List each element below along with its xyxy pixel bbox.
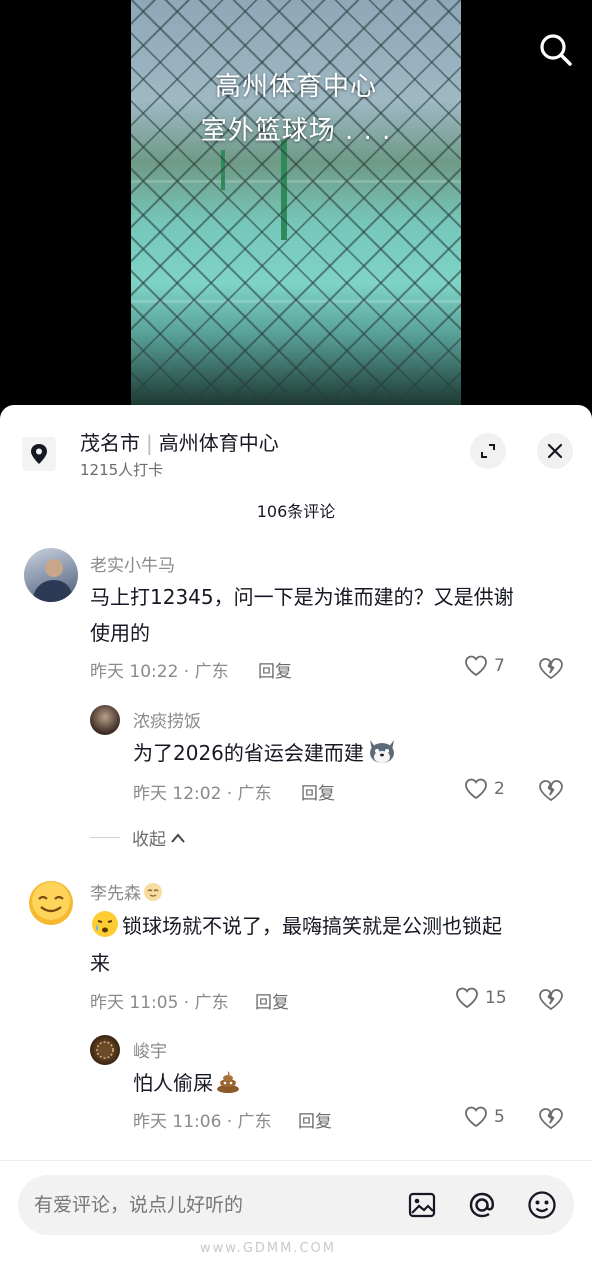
search-icon xyxy=(540,34,572,66)
location-place: 高州体育中心 xyxy=(158,431,279,455)
smiley-face-icon xyxy=(29,881,73,925)
heart-icon xyxy=(465,655,487,677)
image-icon xyxy=(408,1192,436,1218)
video-player[interactable]: 高州体育中心 室外篮球场 . . . xyxy=(131,0,461,405)
reply-button[interactable]: 回复 xyxy=(301,779,335,804)
location-city: 茂名市 xyxy=(80,431,140,455)
like-count: 15 xyxy=(485,988,507,1008)
relieved-emoji-icon xyxy=(144,883,162,901)
comment-username[interactable]: 李先森 xyxy=(90,879,163,904)
fence-overlay xyxy=(131,0,461,405)
comments-sheet: 茂名市 | 高州体育中心 1215人打卡 106条评论 老实小牛马 马上打12345… xyxy=(0,405,592,1280)
comment-text-line2: 来 xyxy=(90,951,110,975)
broken-heart-icon xyxy=(539,658,563,680)
location-title[interactable]: 茂名市 | 高州体育中心 xyxy=(80,427,279,456)
reply-meta: 昨天 12:02 · 广东 xyxy=(133,784,272,804)
comment-text-line1: 马上打12345，问一下是为谁而建的？又是供谢 xyxy=(90,585,514,609)
username-text: 李先森 xyxy=(90,884,141,904)
broken-heart-icon xyxy=(539,989,563,1011)
comment-meta: 昨天 11:05 · 广东 xyxy=(90,993,229,1013)
heart-icon xyxy=(456,987,478,1009)
divider-line xyxy=(90,837,120,838)
broken-heart-icon xyxy=(539,780,563,802)
video-caption-line2: 室外篮球场 . . . xyxy=(200,116,392,146)
reply-text: 为了2026的省运会建而建 xyxy=(133,735,398,771)
reply-button[interactable]: 回复 xyxy=(258,657,292,682)
comment-input[interactable] xyxy=(34,1175,394,1235)
reply-button[interactable]: 回复 xyxy=(255,988,289,1013)
collapse-label: 收起 xyxy=(132,830,166,850)
like-button[interactable]: 2 xyxy=(464,778,505,800)
like-button[interactable]: 5 xyxy=(464,1106,505,1128)
checkin-count: 1215人打卡 xyxy=(80,461,164,479)
pattern-avatar-icon xyxy=(96,1041,114,1059)
video-caption-line1: 高州体育中心 xyxy=(214,72,377,102)
poop-emoji-icon xyxy=(217,1071,239,1093)
user-photo-icon xyxy=(32,559,74,602)
watermark: www.GDMM.COM xyxy=(200,1241,337,1256)
comments-count: 106条评论 xyxy=(256,502,336,521)
reply-meta: 昨天 11:06 · 广东 xyxy=(133,1112,272,1132)
expand-button[interactable] xyxy=(470,433,506,469)
avatar[interactable] xyxy=(90,705,120,735)
expand-icon xyxy=(481,444,495,458)
title-separator: | xyxy=(146,431,153,455)
location-pin-icon xyxy=(22,437,56,471)
comment-text-content: 锁球场就不说了，最嗨搞笑就是公测也锁起 xyxy=(122,914,502,938)
emoji-icon xyxy=(528,1191,556,1219)
crying-emoji-icon xyxy=(92,911,118,937)
reply-username[interactable]: 峻宇 xyxy=(133,1037,167,1062)
husky-emoji-icon xyxy=(369,740,394,763)
reply-text-content: 怕人偷屎 xyxy=(133,1071,213,1095)
emoji-button[interactable] xyxy=(526,1189,558,1221)
reply-text: 怕人偷屎 xyxy=(133,1065,241,1101)
heart-icon xyxy=(465,778,487,800)
dislike-button[interactable] xyxy=(538,779,564,803)
comment-meta: 昨天 10:22 · 广东 xyxy=(90,662,229,682)
close-icon xyxy=(547,443,563,459)
reply-button[interactable]: 回复 xyxy=(298,1107,332,1132)
collapse-replies-button[interactable]: 收起 xyxy=(90,825,186,850)
comment-input-box xyxy=(18,1175,574,1235)
dislike-button[interactable] xyxy=(538,657,564,681)
avatar[interactable] xyxy=(28,880,74,926)
at-sign-icon xyxy=(469,1192,495,1218)
mention-button[interactable] xyxy=(466,1189,498,1221)
heart-icon xyxy=(465,1106,487,1128)
comment-username[interactable]: 老实小牛马 xyxy=(90,551,175,576)
comment-input-bar xyxy=(0,1160,592,1280)
avatar[interactable] xyxy=(90,1035,120,1065)
comment-text-line1: 锁球场就不说了，最嗨搞笑就是公测也锁起 xyxy=(90,908,502,944)
like-count: 2 xyxy=(494,779,505,799)
like-button[interactable]: 15 xyxy=(455,987,507,1009)
chevron-up-icon xyxy=(171,832,185,843)
image-button[interactable] xyxy=(406,1189,438,1221)
broken-heart-icon xyxy=(539,1108,563,1130)
reply-username[interactable]: 浓痰捞饭 xyxy=(133,707,201,732)
close-button[interactable] xyxy=(537,433,573,469)
like-button[interactable]: 7 xyxy=(464,655,505,677)
dislike-button[interactable] xyxy=(538,988,564,1012)
like-count: 7 xyxy=(494,656,505,676)
dislike-button[interactable] xyxy=(538,1107,564,1131)
like-count: 5 xyxy=(494,1107,505,1127)
avatar[interactable] xyxy=(24,548,78,602)
search-button[interactable] xyxy=(536,30,576,70)
comment-text-line2: 使用的 xyxy=(90,621,150,645)
reply-text-content: 为了2026的省运会建而建 xyxy=(133,741,364,765)
